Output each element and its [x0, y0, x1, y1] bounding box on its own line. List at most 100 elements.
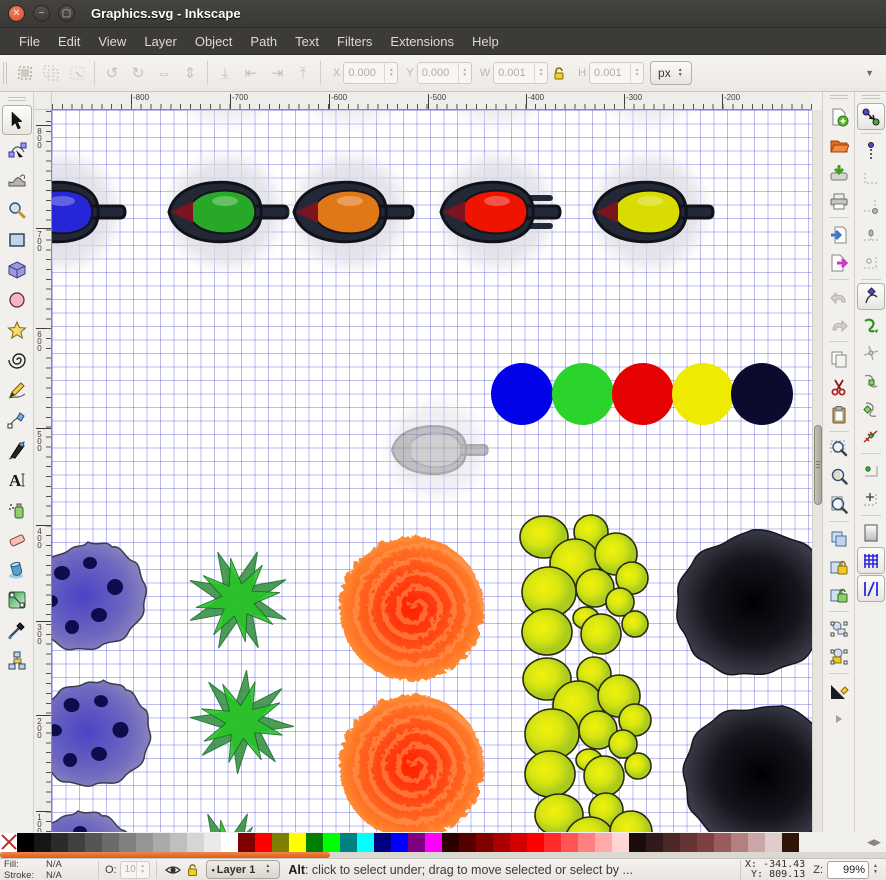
swatch-#eaeaea[interactable] — [204, 833, 221, 852]
swatch-#ffaaaa[interactable] — [595, 833, 612, 852]
save-document-icon[interactable] — [825, 159, 853, 186]
swatch-#cca6a6[interactable] — [748, 833, 765, 852]
circle-green[interactable] — [552, 363, 614, 425]
purple-blob[interactable] — [52, 811, 136, 832]
lock-ratio-icon[interactable] — [552, 66, 566, 81]
swatch-#008080[interactable] — [340, 833, 357, 852]
canvas[interactable] — [52, 110, 812, 832]
palette-scroll-right-icon[interactable]: ◀▶ — [862, 833, 886, 852]
swatch-#161616[interactable] — [34, 833, 51, 852]
swatch-#000080[interactable] — [374, 833, 391, 852]
swatch-#555555[interactable] — [85, 833, 102, 852]
rotate-ccw-icon[interactable]: ↺ — [99, 60, 125, 86]
zoom-selection-icon[interactable] — [825, 435, 853, 462]
flip-vertical-icon[interactable]: ⇕ — [177, 60, 203, 86]
tool-eraser[interactable] — [2, 525, 32, 555]
swatch-#00ff00[interactable] — [323, 833, 340, 852]
swatch-#ff2a2a[interactable] — [544, 833, 561, 852]
swatch-#aaaaaa[interactable] — [153, 833, 170, 852]
swatch-#800080[interactable] — [408, 833, 425, 852]
tool-gradient[interactable] — [2, 585, 32, 615]
menu-object[interactable]: Object — [186, 30, 242, 53]
snap-midpoints-icon[interactable] — [857, 423, 885, 450]
snap-enable-icon[interactable] — [857, 103, 885, 130]
snapbar-grip[interactable] — [862, 94, 880, 99]
cell-cluster[interactable] — [523, 657, 651, 797]
tool-selector[interactable] — [2, 105, 32, 135]
edit-clone-icon[interactable] — [825, 615, 853, 642]
maximize-button[interactable]: ▢ — [58, 5, 75, 22]
zoom-control[interactable]: Z: 99% ▲▼ — [809, 861, 886, 879]
purple-blob[interactable] — [52, 668, 160, 797]
opacity-control[interactable]: O: 100▲▼ — [105, 861, 150, 879]
swatch-#995c5c[interactable] — [714, 833, 731, 852]
orange-spiral-blob[interactable] — [338, 535, 482, 679]
snap-nodes-icon[interactable] — [857, 283, 885, 310]
y-field[interactable]: 0.000▲▼ — [417, 62, 472, 84]
undo-icon[interactable] — [825, 283, 853, 310]
vertical-ruler[interactable]: 800700600500400300200100 — [34, 110, 52, 832]
swatch-#550000[interactable] — [459, 833, 476, 852]
circle-navy[interactable] — [731, 363, 793, 425]
zoom-drawing-icon[interactable] — [825, 463, 853, 490]
tool-bezier-pen[interactable] — [2, 405, 32, 435]
cell-cluster[interactable] — [520, 515, 648, 655]
tool-zoom[interactable] — [2, 195, 32, 225]
raise-icon[interactable]: ⇥ — [264, 60, 290, 86]
swatch-#008000[interactable] — [306, 833, 323, 852]
swatch-#2b2b2b[interactable] — [51, 833, 68, 852]
commands-expander-icon[interactable] — [825, 705, 853, 732]
snap-guides-icon[interactable] — [857, 575, 885, 602]
tool-star[interactable] — [2, 315, 32, 345]
swatch-#800000[interactable] — [476, 833, 493, 852]
tool-connector[interactable] — [2, 645, 32, 675]
raise-to-top-icon[interactable]: ⤒ — [290, 60, 316, 86]
paste-icon[interactable] — [825, 401, 853, 428]
tool-spiral[interactable] — [2, 345, 32, 375]
swatch-#e0cccc[interactable] — [765, 833, 782, 852]
snap-intersections-icon[interactable] — [857, 339, 885, 366]
circle-red[interactable] — [612, 363, 674, 425]
swatch-#00ffff[interactable] — [357, 833, 374, 852]
export-document-icon[interactable] — [825, 249, 853, 276]
snap-bbox-edges-icon[interactable] — [857, 165, 885, 192]
green-star-blob[interactable] — [160, 794, 295, 832]
menu-text[interactable]: Text — [286, 30, 328, 53]
menu-filters[interactable]: Filters — [328, 30, 381, 53]
swatch-#aa0000[interactable] — [493, 833, 510, 852]
current-layer-select[interactable]: • Layer 1 ▲▼ — [206, 860, 281, 879]
snap-smooth-nodes-icon[interactable] — [857, 395, 885, 422]
snap-object-centers-icon[interactable] — [857, 457, 885, 484]
swatch-#ff00ff[interactable] — [425, 833, 442, 852]
vertical-scrollbar-thumb[interactable] — [814, 425, 822, 505]
tool-text[interactable]: A — [2, 465, 32, 495]
layer-visibility-icon[interactable] — [165, 864, 181, 876]
orange-spiral-blob[interactable] — [338, 693, 482, 832]
purple-blob[interactable] — [52, 542, 146, 650]
green-star-blob[interactable] — [170, 532, 305, 667]
swatch-#ffffff[interactable] — [221, 833, 238, 852]
swatch-#808000[interactable] — [272, 833, 289, 852]
swatch-#b38080[interactable] — [731, 833, 748, 852]
layer-lock-icon[interactable] — [186, 863, 199, 877]
menu-file[interactable]: File — [10, 30, 49, 53]
h-field[interactable]: 0.001▲▼ — [589, 62, 644, 84]
x-field[interactable]: 0.000▲▼ — [343, 62, 398, 84]
units-select[interactable]: px▲▼ — [650, 61, 692, 85]
ship-red[interactable] — [433, 148, 561, 276]
snap-bbox-centers-icon[interactable] — [857, 249, 885, 276]
ship-blue[interactable] — [52, 148, 126, 276]
swatch-#ff5555[interactable] — [561, 833, 578, 852]
snap-bbox-icon[interactable] — [857, 137, 885, 164]
lower-to-bottom-icon[interactable]: ⤓ — [212, 60, 238, 86]
menu-path[interactable]: Path — [241, 30, 286, 53]
swatch-#808080[interactable] — [119, 833, 136, 852]
lock-object-icon[interactable] — [825, 553, 853, 580]
ship-green[interactable] — [161, 148, 289, 276]
minimize-button[interactable]: − — [33, 5, 50, 22]
swatch-#d5d5d5[interactable] — [187, 833, 204, 852]
snap-grids-icon[interactable] — [857, 547, 885, 574]
ship-gray[interactable] — [381, 394, 493, 506]
zoom-page-icon[interactable] — [825, 491, 853, 518]
circle-blue[interactable] — [491, 363, 553, 425]
